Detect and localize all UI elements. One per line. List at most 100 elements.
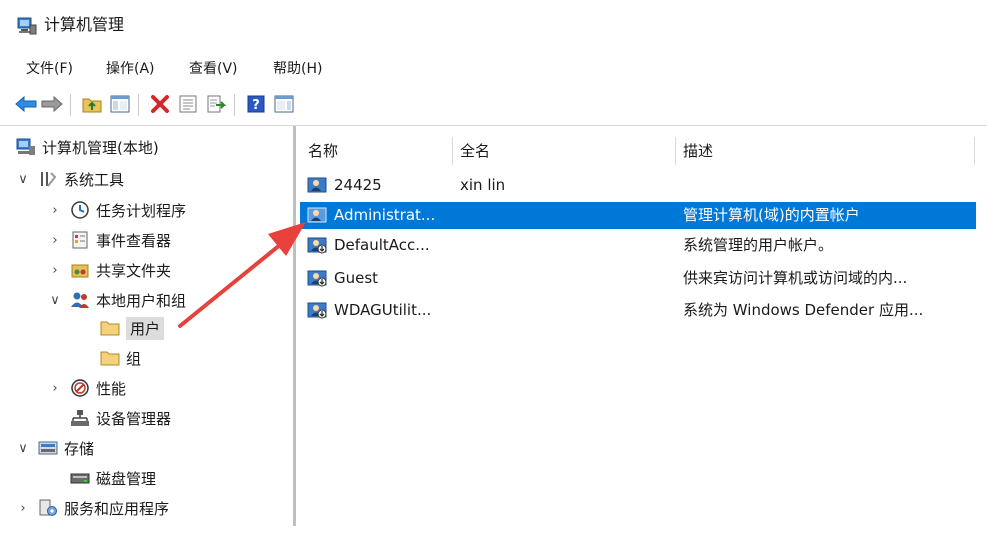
tree-item-groups[interactable]: 组 bbox=[100, 344, 141, 372]
chevron-right-icon[interactable]: › bbox=[16, 501, 30, 516]
tree-item-computer-management[interactable]: 计算机管理(本地) bbox=[16, 133, 159, 161]
menu-file[interactable]: 文件(F) bbox=[24, 56, 75, 82]
tree-item-users[interactable]: 用户 bbox=[100, 314, 165, 342]
computer-management-icon bbox=[16, 138, 35, 155]
folder-icon bbox=[100, 351, 120, 366]
chevron-down-icon[interactable]: ∨ bbox=[48, 293, 62, 308]
tree-label: 事件查看器 bbox=[96, 231, 172, 250]
menu-help[interactable]: 帮助(H) bbox=[271, 56, 324, 82]
tree-item-event-viewer[interactable]: › 事件查看器 bbox=[48, 226, 171, 254]
list-item[interactable]: 24425 xin lin bbox=[300, 172, 976, 199]
tree-item-disk-management[interactable]: 磁盘管理 bbox=[70, 464, 156, 492]
tree-label: 磁盘管理 bbox=[96, 469, 157, 488]
toolbar-separator bbox=[138, 94, 139, 116]
tree-label: 共享文件夹 bbox=[96, 261, 172, 280]
svg-text:?: ? bbox=[252, 98, 260, 113]
user-name: Guest bbox=[334, 269, 379, 287]
list-item[interactable]: DefaultAcc... 系统管理的用户帐户。 bbox=[300, 232, 976, 259]
menu-bar: 文件(F) 操作(A) 查看(V) 帮助(H) bbox=[0, 56, 987, 82]
chevron-right-icon[interactable]: › bbox=[48, 263, 62, 278]
chevron-down-icon[interactable]: ∨ bbox=[16, 172, 30, 187]
services-icon bbox=[39, 499, 57, 516]
user-description: 系统管理的用户帐户。 bbox=[683, 236, 834, 254]
chevron-right-icon[interactable]: › bbox=[48, 381, 62, 396]
tree-label: 存储 bbox=[64, 439, 95, 458]
tree-label: 系统工具 bbox=[64, 170, 125, 189]
tree-label: 服务和应用程序 bbox=[64, 499, 170, 518]
console-tree: 计算机管理(本地) ∨ 系统工具 › 任务计划程序 › 事件查看器 › 共享文件… bbox=[12, 133, 292, 533]
properties-button[interactable] bbox=[176, 92, 200, 116]
list-item[interactable]: Guest 供来宾访问计算机或访问域的内... bbox=[300, 265, 976, 292]
forward-arrow-icon bbox=[41, 96, 63, 112]
tools-icon bbox=[41, 172, 57, 187]
pane-splitter[interactable] bbox=[293, 126, 296, 526]
show-hide-tree-button[interactable] bbox=[108, 92, 132, 116]
users-group-icon bbox=[71, 292, 89, 308]
delete-button[interactable] bbox=[148, 92, 172, 116]
action-pane-button[interactable] bbox=[272, 92, 296, 116]
computer-management-icon bbox=[17, 17, 37, 35]
tree-label: 本地用户和组 bbox=[96, 291, 187, 310]
back-button[interactable] bbox=[14, 92, 38, 116]
forward-button[interactable] bbox=[40, 92, 64, 116]
back-arrow-icon bbox=[15, 96, 37, 112]
action-pane-icon bbox=[274, 95, 294, 113]
column-header-name[interactable]: 名称 bbox=[300, 133, 448, 169]
tree-label: 设备管理器 bbox=[96, 409, 172, 428]
toolbar-separator bbox=[70, 94, 71, 116]
tree-item-system-tools[interactable]: ∨ 系统工具 bbox=[16, 165, 124, 193]
help-button[interactable]: ? bbox=[244, 92, 268, 116]
tree-item-performance[interactable]: › 性能 bbox=[48, 374, 126, 402]
user-fullname: xin lin bbox=[460, 176, 506, 194]
chevron-right-icon[interactable]: › bbox=[48, 203, 62, 218]
title-bar: 计算机管理 bbox=[0, 0, 987, 50]
event-viewer-icon bbox=[72, 231, 88, 249]
disk-icon bbox=[70, 473, 90, 484]
export-icon bbox=[207, 95, 226, 113]
disabled-user-icon bbox=[307, 302, 327, 319]
disabled-user-icon bbox=[307, 270, 327, 287]
tree-label: 用户 bbox=[126, 316, 165, 340]
tree-item-services-applications[interactable]: › 服务和应用程序 bbox=[16, 494, 169, 522]
toolbar-separator bbox=[234, 94, 235, 116]
performance-icon bbox=[71, 379, 89, 397]
help-icon: ? bbox=[247, 95, 265, 113]
list-item[interactable]: WDAGUtilit... 系统为 Windows Defender 应用... bbox=[300, 297, 976, 324]
user-description: 管理计算机(域)的内置帐户 bbox=[683, 206, 860, 224]
menu-view[interactable]: 查看(V) bbox=[187, 56, 240, 82]
storage-icon bbox=[38, 441, 58, 455]
tree-item-local-users-groups[interactable]: ∨ 本地用户和组 bbox=[48, 286, 186, 314]
tree-item-storage[interactable]: ∨ 存储 bbox=[16, 434, 94, 462]
folder-icon bbox=[100, 321, 120, 336]
user-name: Administrat... bbox=[334, 206, 436, 224]
shared-folder-icon bbox=[71, 264, 89, 278]
user-name: 24425 bbox=[334, 176, 382, 194]
window-title: 计算机管理 bbox=[44, 15, 125, 34]
list-item-selected[interactable]: Administrat... 管理计算机(域)的内置帐户 bbox=[300, 202, 976, 229]
properties-icon bbox=[179, 95, 197, 113]
up-level-button[interactable] bbox=[80, 92, 104, 116]
column-separator[interactable] bbox=[974, 137, 975, 165]
chevron-right-icon[interactable]: › bbox=[48, 233, 62, 248]
tree-item-device-manager[interactable]: 设备管理器 bbox=[70, 404, 171, 432]
tree-label: 计算机管理(本地) bbox=[42, 138, 159, 157]
user-name: DefaultAcc... bbox=[334, 236, 430, 254]
export-list-button[interactable] bbox=[204, 92, 228, 116]
user-description: 系统为 Windows Defender 应用... bbox=[683, 301, 924, 319]
tree-label: 组 bbox=[126, 349, 142, 368]
tree-label: 任务计划程序 bbox=[96, 201, 187, 220]
chevron-down-icon[interactable]: ∨ bbox=[16, 441, 30, 456]
device-manager-icon bbox=[71, 410, 89, 426]
user-icon bbox=[307, 177, 327, 193]
user-icon bbox=[307, 207, 327, 223]
folder-up-icon bbox=[82, 98, 102, 113]
menu-action[interactable]: 操作(A) bbox=[104, 56, 157, 82]
column-header-fullname[interactable]: 全名 bbox=[452, 133, 670, 169]
user-list-view: 名称 全名 描述 24425 xin lin Administrat... 管理… bbox=[300, 133, 980, 523]
tree-item-task-scheduler[interactable]: › 任务计划程序 bbox=[48, 196, 186, 224]
clock-icon bbox=[71, 201, 89, 219]
console-tree-icon bbox=[110, 95, 130, 113]
user-description: 供来宾访问计算机或访问域的内... bbox=[683, 269, 908, 287]
tree-item-shared-folders[interactable]: › 共享文件夹 bbox=[48, 256, 171, 284]
column-header-description[interactable]: 描述 bbox=[675, 133, 973, 169]
